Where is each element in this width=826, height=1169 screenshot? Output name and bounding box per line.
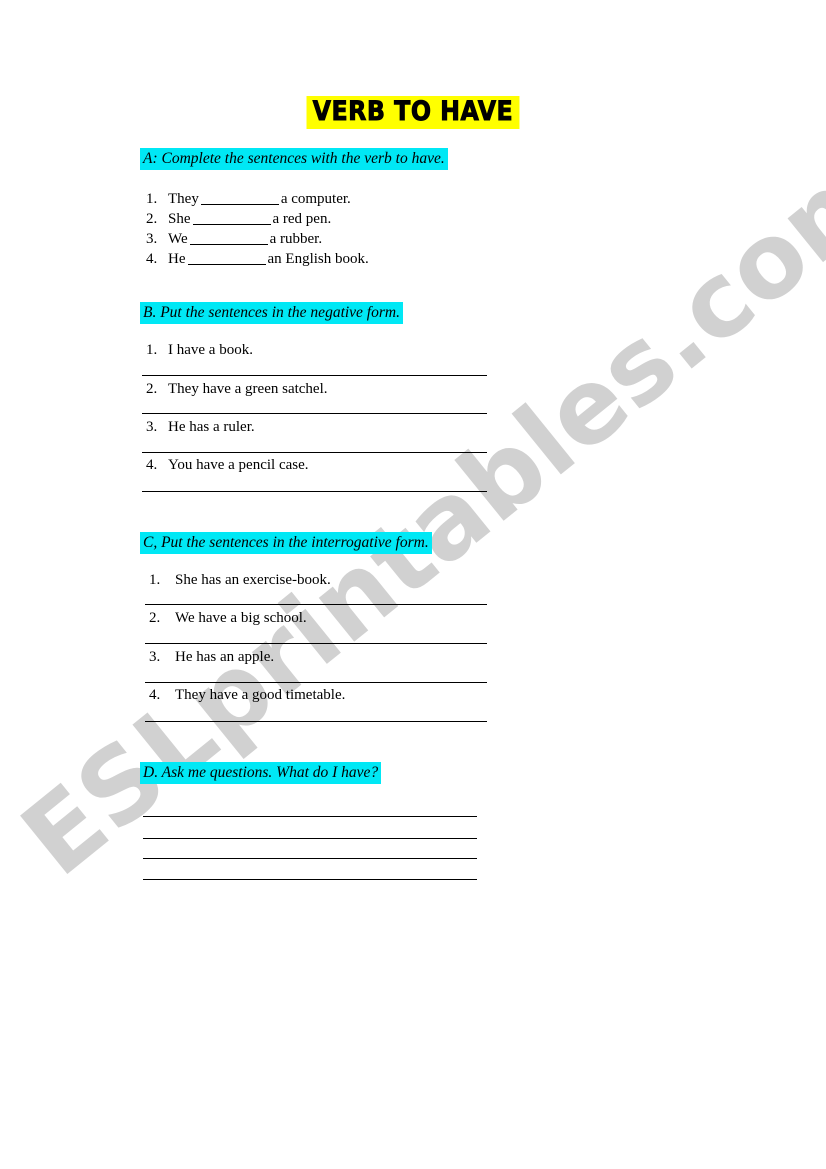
section-d-answer-line-4[interactable] bbox=[143, 879, 477, 880]
section-d-answer-line-1[interactable] bbox=[143, 816, 477, 817]
page-title: VERB TO HAVE bbox=[306, 96, 520, 130]
item-number: 4. bbox=[149, 687, 161, 703]
section-a-item-4: 4. He an English book. bbox=[146, 252, 369, 267]
item-text-before: He bbox=[168, 251, 186, 267]
section-a-heading: A: Complete the sentences with the verb … bbox=[140, 148, 448, 171]
item-text: I have a book. bbox=[168, 342, 253, 358]
section-b-item-1: 1. I have a book. bbox=[146, 343, 253, 358]
watermark-text: ESLprintables.com bbox=[0, 126, 826, 899]
section-c-answer-line-1[interactable] bbox=[145, 604, 487, 605]
item-number: 1. bbox=[149, 572, 161, 588]
worksheet-page: ESLprintables.com VERB TO HAVE A: Comple… bbox=[0, 0, 826, 1169]
item-text: He has an apple. bbox=[175, 649, 275, 665]
section-c-item-1: 1. She has an exercise-book. bbox=[149, 573, 331, 588]
section-d-heading: D. Ask me questions. What do I have? bbox=[140, 762, 382, 785]
section-d-answer-line-3[interactable] bbox=[143, 858, 477, 859]
item-text: He has a ruler. bbox=[168, 419, 255, 435]
section-c-item-2: 2. We have a big school. bbox=[149, 611, 307, 626]
item-number: 4. bbox=[146, 251, 158, 267]
section-c-answer-line-3[interactable] bbox=[145, 682, 487, 683]
item-text-before: We bbox=[168, 231, 188, 247]
item-text: They have a good timetable. bbox=[175, 687, 346, 703]
section-b-answer-line-2[interactable] bbox=[142, 413, 487, 414]
section-c-item-3: 3. He has an apple. bbox=[149, 650, 274, 665]
section-b-answer-line-1[interactable] bbox=[142, 375, 487, 376]
section-b-answer-line-4[interactable] bbox=[142, 491, 487, 492]
section-a-item-3: 3. We a rubber. bbox=[146, 232, 322, 247]
section-c-answer-line-4[interactable] bbox=[145, 721, 487, 722]
item-text-before: She bbox=[168, 211, 191, 227]
item-number: 1. bbox=[146, 191, 158, 207]
section-c-heading: C, Put the sentences in the interrogativ… bbox=[140, 532, 432, 555]
section-c-answer-line-2[interactable] bbox=[145, 643, 487, 644]
item-text: She has an exercise-book. bbox=[175, 572, 331, 588]
section-c-item-4: 4. They have a good timetable. bbox=[149, 688, 345, 703]
item-text: We have a big school. bbox=[175, 610, 307, 626]
answer-blank[interactable] bbox=[200, 204, 279, 205]
item-number: 3. bbox=[146, 419, 158, 435]
item-number: 3. bbox=[146, 231, 158, 247]
item-number: 1. bbox=[146, 342, 158, 358]
section-b-item-3: 3. He has a ruler. bbox=[146, 420, 255, 435]
item-text-after: a rubber. bbox=[269, 231, 323, 247]
answer-blank[interactable] bbox=[192, 224, 271, 225]
section-b-heading: B. Put the sentences in the negative for… bbox=[140, 302, 403, 325]
item-text-after: an English book. bbox=[267, 251, 369, 267]
section-a-item-2: 2. She a red pen. bbox=[146, 212, 331, 227]
item-number: 3. bbox=[149, 649, 161, 665]
page-title-container: VERB TO HAVE bbox=[0, 96, 826, 130]
item-text: You have a pencil case. bbox=[168, 457, 309, 473]
answer-blank[interactable] bbox=[189, 244, 268, 245]
item-text-after: a computer. bbox=[280, 191, 351, 207]
item-number: 2. bbox=[146, 381, 158, 397]
item-text-after: a red pen. bbox=[272, 211, 332, 227]
section-b-answer-line-3[interactable] bbox=[142, 452, 487, 453]
section-d-answer-line-2[interactable] bbox=[143, 838, 477, 839]
item-text-before: They bbox=[168, 191, 199, 207]
answer-blank[interactable] bbox=[187, 264, 266, 265]
item-number: 2. bbox=[146, 211, 158, 227]
section-b-item-4: 4. You have a pencil case. bbox=[146, 458, 309, 473]
item-number: 2. bbox=[149, 610, 161, 626]
section-b-item-2: 2. They have a green satchel. bbox=[146, 382, 328, 397]
watermark: ESLprintables.com bbox=[0, 126, 826, 899]
item-text: They have a green satchel. bbox=[168, 381, 328, 397]
section-a-item-1: 1. They a computer. bbox=[146, 192, 351, 207]
item-number: 4. bbox=[146, 457, 158, 473]
